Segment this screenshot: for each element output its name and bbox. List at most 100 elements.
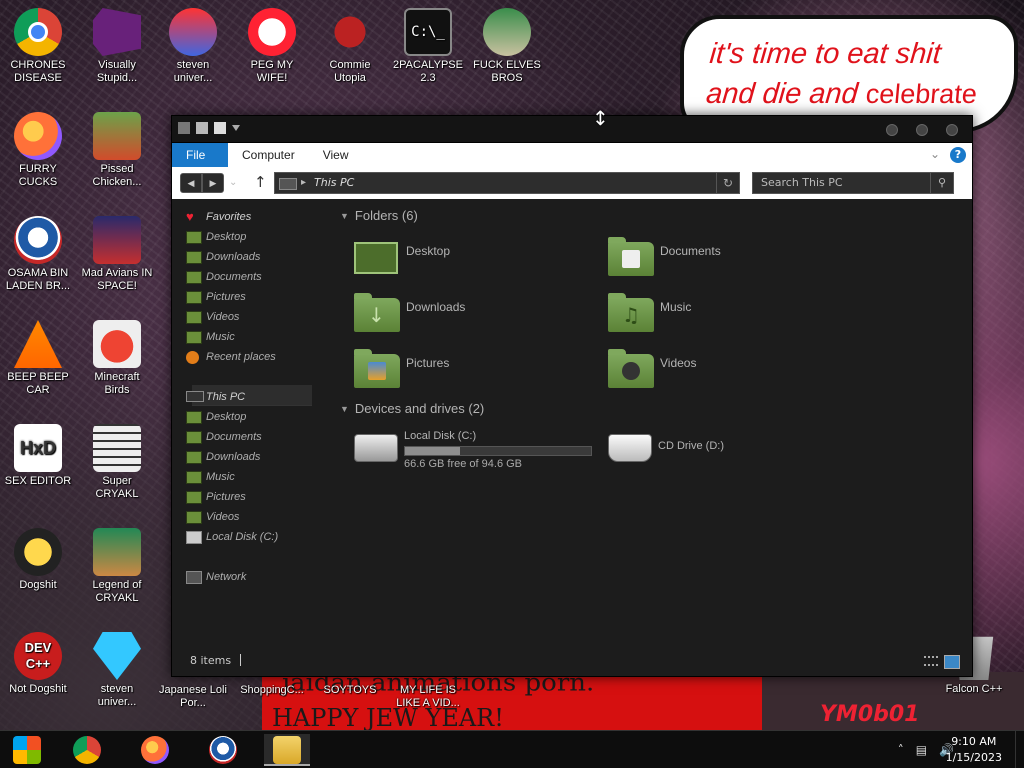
pictures-folder-icon — [186, 291, 202, 304]
desktop-icon-firefox[interactable]: FURRY CUCKS — [2, 112, 74, 189]
refresh-button[interactable]: ↻ — [716, 173, 739, 193]
address-bar[interactable]: ▸ This PC ↻ — [274, 172, 740, 194]
nav-pc-music[interactable]: Music — [186, 468, 235, 486]
up-button[interactable]: ↑ — [254, 172, 267, 192]
desktop-icon-vlc[interactable]: BEEP BEEP CAR — [2, 320, 74, 397]
breadcrumb-this-pc[interactable]: This PC — [314, 173, 354, 193]
desktop-icon-elves[interactable]: FUCK ELVES BROS — [471, 8, 543, 85]
expand-ribbon-chevron-icon[interactable]: ⌄ — [930, 147, 940, 161]
nav-fav-documents[interactable]: Documents — [186, 268, 262, 286]
tab-computer[interactable]: Computer — [228, 143, 309, 167]
drive-tile-local-disk[interactable]: Local Disk (C:) 66.6 GB free of 94.6 GB — [340, 428, 600, 476]
nav-pc-downloads[interactable]: Downloads — [186, 448, 260, 466]
desktop-icon-visual-studio[interactable]: Visually Stupid... — [81, 8, 153, 85]
details-view-icon[interactable] — [924, 656, 938, 666]
desktop-icon-my-life[interactable]: MY LIFE IS LIKE A VID... — [392, 684, 464, 710]
folder-tile-desktop[interactable]: Desktop — [340, 238, 570, 286]
desktop-icon-hxd[interactable]: HxD SEX EDITOR — [2, 424, 74, 488]
desktop-icon-peg[interactable]: PEG MY WIFE! — [236, 8, 308, 85]
nav-pc-pictures[interactable]: Pictures — [186, 488, 246, 506]
nav-fav-music[interactable]: Music — [186, 328, 235, 346]
folder-tile-downloads[interactable]: ↓ Downloads — [340, 293, 570, 342]
wallpaper-banner: jaidan animations porn. HAPPY JEW YEAR! — [262, 672, 762, 730]
start-button[interactable] — [4, 734, 50, 766]
network-tray-icon[interactable]: ▤ — [916, 731, 927, 768]
taskbar-firefox[interactable] — [132, 734, 178, 766]
desktop-icon-legend[interactable]: Legend of CRYAKL — [81, 528, 153, 605]
recent-places-icon — [186, 351, 199, 364]
tab-view[interactable]: View — [309, 143, 363, 167]
search-placeholder: Search This PC — [761, 176, 843, 189]
desktop-icon-japanese[interactable]: Japanese Loli Por... — [157, 684, 229, 710]
videos-folder-icon — [186, 311, 202, 324]
desktop-icon-dogshit[interactable]: Dogshit — [2, 528, 74, 592]
folder-tile-pictures[interactable]: Pictures — [340, 349, 570, 398]
nav-fav-recent-places[interactable]: Recent places — [186, 348, 276, 366]
folder-tile-music[interactable]: ♫ Music — [594, 293, 824, 342]
folder-tile-documents[interactable]: Documents — [594, 237, 824, 286]
file-explorer-icon — [273, 736, 301, 764]
desktop-icon-chrome[interactable]: CHRONES DISEASE — [2, 8, 74, 85]
breadcrumb-arrow-icon[interactable]: ▸ — [301, 175, 306, 191]
properties-icon[interactable] — [196, 122, 208, 134]
drive-tile-cd[interactable]: CD Drive (D:) — [594, 428, 854, 476]
desktop-icon-osama[interactable]: OSAMA BIN LADEN BR... — [2, 216, 74, 293]
desktop-icon-minecraft-birds[interactable]: Minecraft Birds — [81, 320, 153, 397]
recent-locations-chevron-icon[interactable]: ⌄ — [229, 173, 237, 193]
desktop-icon-steven-1[interactable]: steven univer... — [157, 8, 229, 85]
hard-disk-icon — [354, 434, 398, 462]
nav-fav-videos[interactable]: Videos — [186, 308, 239, 326]
explorer-window[interactable]: File Computer View ⌄ ? ◀ ▶ ⌄ ↑ ▸ This PC… — [171, 115, 973, 677]
large-icons-view-icon[interactable] — [944, 655, 960, 669]
show-hidden-icons-chevron-icon[interactable]: ˄ — [898, 731, 904, 768]
desktop-folder-icon — [186, 231, 202, 244]
desktop-icon-pissed-chicken[interactable]: Pissed Chicken... — [81, 112, 153, 189]
codeblocks-icon — [14, 528, 62, 576]
desktop-icon-2pac[interactable]: C:\_ 2PACALYPSE 2.3 — [392, 8, 464, 85]
taskbar-obama[interactable] — [200, 734, 246, 766]
taskbar-file-explorer[interactable] — [264, 734, 310, 766]
documents-folder-icon — [186, 271, 202, 284]
visual-studio-icon — [93, 8, 141, 56]
tab-file[interactable]: File — [172, 143, 228, 167]
nav-fav-desktop[interactable]: Desktop — [186, 228, 246, 246]
nav-pc-local-disk[interactable]: Local Disk (C:) — [186, 528, 278, 546]
nav-pc-videos[interactable]: Videos — [186, 508, 239, 526]
customize-toolbar-chevron-icon[interactable] — [232, 125, 240, 131]
videos-folder-icon — [608, 349, 654, 388]
nav-this-pc[interactable]: This PC — [186, 388, 245, 406]
nav-fav-downloads[interactable]: Downloads — [186, 248, 260, 266]
desktop-icon-soytoys[interactable]: SOYTOYS — [314, 684, 386, 697]
search-input[interactable]: Search This PC ⚲ — [752, 172, 954, 194]
help-icon[interactable]: ? — [950, 147, 966, 163]
drives-group-header[interactable]: ▼ Devices and drives (2) — [340, 401, 484, 416]
nav-fav-pictures[interactable]: Pictures — [186, 288, 246, 306]
nav-pc-documents[interactable]: Documents — [186, 428, 262, 446]
taskbar-chrome[interactable] — [64, 734, 110, 766]
folders-group-header[interactable]: ▼ Folders (6) — [340, 208, 418, 223]
desktop-icon-steven-2[interactable]: steven univer... — [81, 632, 153, 709]
music-folder-icon: ♫ — [608, 293, 654, 332]
desktop-icon-commie[interactable]: Commie Utopia — [314, 8, 386, 85]
search-icon[interactable]: ⚲ — [930, 173, 953, 193]
nav-pc-desktop[interactable]: Desktop — [186, 408, 246, 426]
folder-tile-videos[interactable]: Videos — [594, 349, 824, 398]
desktop-icon-mad-avians[interactable]: Mad Avians IN SPACE! — [81, 216, 153, 293]
desktop-icon-devcpp[interactable]: DEV C++ Not Dogshit — [2, 632, 74, 696]
show-desktop-button[interactable] — [1015, 731, 1024, 768]
maximize-button[interactable] — [916, 124, 928, 136]
forward-button[interactable]: ▶ — [202, 173, 224, 193]
close-button[interactable] — [946, 124, 958, 136]
nav-network[interactable]: Network — [186, 568, 246, 586]
minimize-button[interactable] — [886, 124, 898, 136]
window-menu-icon[interactable] — [178, 122, 190, 134]
downloads-folder-icon — [186, 451, 202, 464]
new-folder-icon[interactable] — [214, 122, 226, 134]
desktop-icon-super-cryakl[interactable]: Super CRYAKL — [81, 424, 153, 501]
clock[interactable]: 9:10 AM 1/15/2023 — [946, 734, 1002, 766]
content-pane: ▼ Folders (6) Desktop Documents ↓ Download… — [340, 200, 970, 630]
title-bar[interactable] — [172, 116, 972, 143]
desktop-icon-shopping[interactable]: ShoppingC... — [236, 684, 308, 697]
nav-favorites[interactable]: ♥ Favorites — [186, 208, 251, 226]
back-button[interactable]: ◀ — [180, 173, 202, 193]
